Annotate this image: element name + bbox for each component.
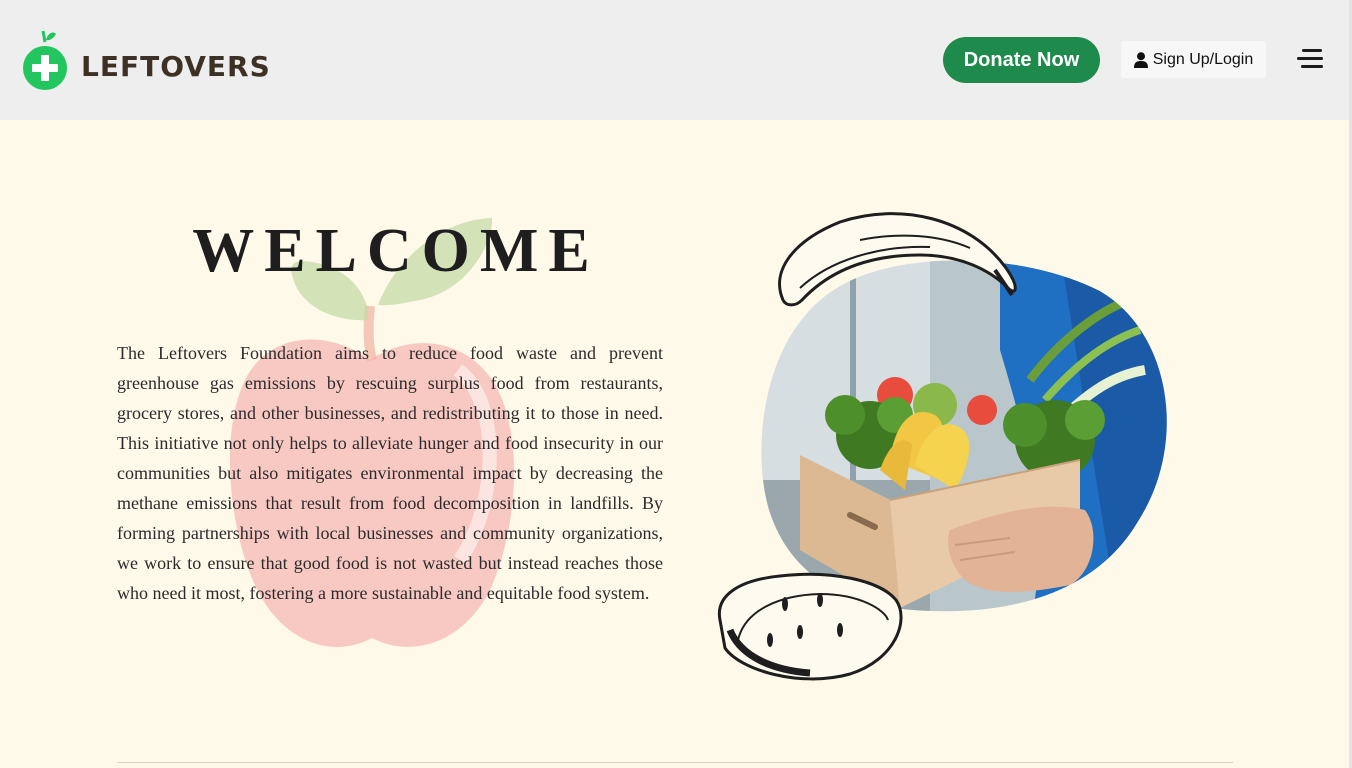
signup-login-button[interactable]: Sign Up/Login: [1121, 41, 1266, 78]
leftovers-logo[interactable]: LEFTOVERS: [22, 28, 282, 92]
welcome-heading: WELCOME: [192, 217, 600, 285]
logo-wordmark: LEFTOVERS: [81, 50, 271, 83]
intro-paragraph: The Leftovers Foundation aims to reduce …: [117, 343, 663, 603]
site-header: LEFTOVERS Donate Now Sign Up/Login: [0, 0, 1352, 120]
signup-login-label: Sign Up/Login: [1152, 50, 1254, 68]
hamburger-menu-icon[interactable]: [1297, 47, 1325, 71]
section-divider: [117, 762, 1233, 763]
donate-now-button[interactable]: Donate Now: [943, 37, 1100, 83]
food-donation-illustration: [717, 212, 1169, 681]
user-icon: [1133, 51, 1148, 68]
leftovers-logo-icon: [23, 30, 67, 90]
